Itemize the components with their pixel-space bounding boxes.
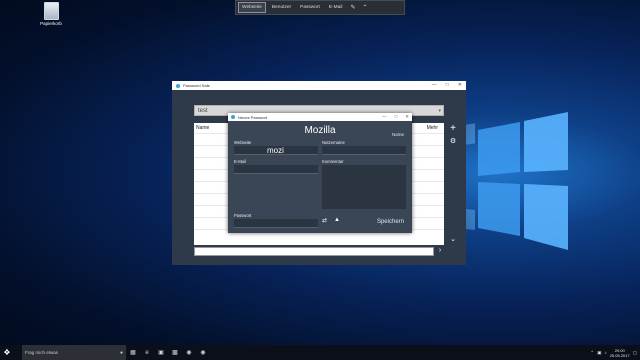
floating-toolbar: Webseite Benutzer Passwort E-Mail ✎ ⌃ <box>235 0 405 15</box>
clock[interactable]: 20:00 25.05.2017 <box>610 348 630 358</box>
dialog-titlebar: Neues Passwort — □ ✕ <box>228 113 412 121</box>
comment-label: Kommentar <box>322 159 344 164</box>
toolbar-tab-password[interactable]: Passwort <box>297 3 323 12</box>
chevron-down-icon[interactable]: ▾ <box>438 106 441 116</box>
recycle-bin-icon <box>43 2 59 20</box>
maximize-icon[interactable]: □ <box>395 113 398 121</box>
bottom-input[interactable] <box>194 247 434 256</box>
toolbar-tab-user[interactable]: Benutzer <box>269 3 294 12</box>
website-label: Webseite <box>234 140 252 145</box>
maximize-icon[interactable]: □ <box>446 81 449 90</box>
username-field[interactable] <box>322 146 406 155</box>
column-header-name: Name <box>196 125 210 131</box>
microphone-icon[interactable]: ● <box>120 350 123 356</box>
minimize-icon[interactable]: — <box>432 81 437 90</box>
search-value: test <box>198 108 208 114</box>
firefox-icon[interactable]: ◉ <box>196 345 210 360</box>
recycle-bin-desktop-icon[interactable]: Papierkorb <box>36 2 66 26</box>
comment-field[interactable] <box>322 165 406 209</box>
chevron-right-icon[interactable]: › <box>436 246 444 256</box>
password-field[interactable] <box>234 219 318 228</box>
system-tray: ⌃ ▣ ♪ 20:00 25.05.2017 ▢ <box>590 345 640 360</box>
email-label: E-Mail <box>234 159 246 164</box>
close-icon[interactable]: ✕ <box>405 113 409 121</box>
name-label: Name <box>391 132 404 137</box>
windows-start-icon[interactable]: ❖ <box>0 345 14 360</box>
shuffle-icon[interactable]: ⇄ <box>322 217 327 224</box>
dialog-title: Neues Passwort <box>238 114 268 120</box>
website-value: mozi <box>267 146 284 155</box>
close-icon[interactable]: ✕ <box>458 81 462 90</box>
taskbar-search-placeholder: Frag mich etwas <box>25 350 59 355</box>
taskbar-search-box[interactable]: Frag mich etwas ● <box>22 345 126 360</box>
network-icon[interactable]: ▣ <box>597 350 601 356</box>
store-icon[interactable]: ▩ <box>168 345 182 360</box>
paste-icon[interactable]: ✎ <box>348 4 357 11</box>
main-window-titlebar: Password Safe — □ ✕ <box>172 81 466 90</box>
add-icon[interactable]: + <box>448 124 458 134</box>
column-header-more: Mehr <box>426 125 438 131</box>
flask-icon[interactable]: ▲ <box>334 217 340 223</box>
notification-icon[interactable]: ▢ <box>633 350 637 356</box>
password-safe-app-icon[interactable]: ◉ <box>182 345 196 360</box>
save-button[interactable]: Speichern <box>377 219 404 225</box>
recycle-bin-label: Papierkorb <box>40 21 62 26</box>
username-label: Nutzername <box>322 140 345 145</box>
toolbar-tab-email[interactable]: E-Mail <box>326 3 346 12</box>
edge-icon[interactable]: e <box>140 345 154 360</box>
main-window-title: Password Safe <box>183 83 210 88</box>
explorer-icon[interactable]: ▣ <box>154 345 168 360</box>
password-label: Passwort <box>234 213 252 218</box>
new-password-dialog: Neues Passwort — □ ✕ Mozilla Name Websei… <box>228 113 412 233</box>
chevron-down-icon[interactable]: ⌄ <box>448 235 458 245</box>
clock-date: 25.05.2017 <box>609 352 630 358</box>
taskbar: ❖ Frag mich etwas ● ▦ e ▣ ▩ ◉ ◉ ⌃ ▣ ♪ 20… <box>0 345 640 360</box>
minimize-icon[interactable]: — <box>382 113 387 121</box>
collapse-icon[interactable]: ⌃ <box>360 4 369 11</box>
website-field[interactable]: mozi <box>234 146 318 155</box>
task-view-icon[interactable]: ▦ <box>126 345 140 360</box>
email-field[interactable] <box>234 165 318 174</box>
toolbar-tab-website[interactable]: Webseite <box>238 2 266 13</box>
app-icon <box>176 83 180 88</box>
app-icon <box>231 115 235 119</box>
windows-logo-wallpaper <box>470 100 570 260</box>
settings-icon[interactable]: ⚙ <box>448 137 458 147</box>
volume-icon[interactable]: ♪ <box>604 350 606 355</box>
dialog-heading: Mozilla <box>304 125 336 136</box>
chevron-up-icon[interactable]: ⌃ <box>590 350 594 356</box>
